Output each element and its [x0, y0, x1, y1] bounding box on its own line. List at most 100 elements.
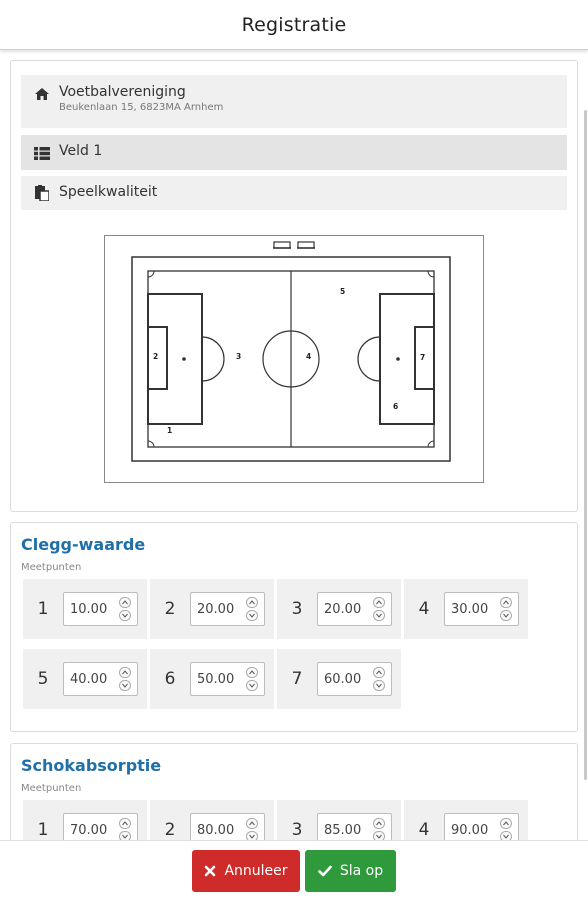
stepper-down-icon[interactable]	[246, 610, 258, 621]
grid-icon	[33, 145, 51, 161]
point-number: 5	[37, 669, 49, 689]
home-icon	[33, 86, 51, 102]
stepper-up-icon[interactable]	[246, 818, 258, 829]
stepper-up-icon[interactable]	[373, 667, 385, 678]
stepper-down-icon[interactable]	[119, 610, 131, 621]
measurement-input[interactable]: 20.00	[190, 592, 265, 626]
input-value: 40.00	[70, 671, 108, 687]
measurement-point: 3 20.00	[277, 579, 401, 639]
action-bar: Annuleer Sla op	[0, 840, 588, 900]
stepper-up-icon[interactable]	[246, 597, 258, 608]
zone-label: 3	[236, 352, 241, 361]
number-stepper[interactable]	[246, 818, 258, 842]
clipboard-icon	[33, 185, 51, 201]
zone-label: 2	[153, 352, 158, 361]
close-icon	[204, 865, 216, 877]
clegg-subtitle: Meetpunten	[21, 562, 82, 573]
input-value: 85.00	[324, 822, 362, 838]
point-number: 2	[164, 599, 176, 619]
point-number: 3	[291, 599, 303, 619]
zone-label: 1	[167, 426, 172, 435]
input-value: 20.00	[197, 601, 235, 617]
measurement-point: 7 60.00	[277, 649, 401, 709]
number-stepper[interactable]	[500, 597, 512, 621]
point-number: 6	[164, 669, 176, 689]
measurement-point: 5 40.00	[23, 649, 147, 709]
field-row[interactable]: Veld 1	[21, 135, 567, 170]
number-stepper[interactable]	[246, 597, 258, 621]
shock-title: Schokabsorptie	[21, 756, 162, 775]
measurement-point: 1 10.00	[23, 579, 147, 639]
point-number: 1	[37, 599, 49, 619]
club-name: Voetbalvereniging	[59, 84, 186, 100]
stepper-down-icon[interactable]	[373, 610, 385, 621]
stepper-up-icon[interactable]	[500, 818, 512, 829]
measurement-input[interactable]: 40.00	[63, 662, 138, 696]
input-value: 10.00	[70, 601, 108, 617]
measurement-point: 4 30.00	[404, 579, 528, 639]
save-button[interactable]: Sla op	[305, 850, 396, 892]
measurement-input[interactable]: 50.00	[190, 662, 265, 696]
input-value: 70.00	[70, 822, 108, 838]
number-stepper[interactable]	[119, 667, 131, 691]
app-header: Registratie	[0, 0, 588, 50]
page-title: Registratie	[241, 13, 347, 36]
measurement-input[interactable]: 10.00	[63, 592, 138, 626]
measurement-input[interactable]: 20.00	[317, 592, 392, 626]
number-stepper[interactable]	[373, 818, 385, 842]
input-value: 30.00	[451, 601, 489, 617]
check-icon	[318, 865, 332, 877]
clegg-panel: Clegg-waarde Meetpunten 1 10.00 2 20.00 …	[10, 522, 578, 732]
point-number: 2	[164, 820, 176, 840]
number-stepper[interactable]	[246, 667, 258, 691]
save-label: Sla op	[339, 863, 384, 879]
number-stepper[interactable]	[119, 818, 131, 842]
stepper-up-icon[interactable]	[119, 818, 131, 829]
category-row[interactable]: Speelkwaliteit	[21, 176, 567, 210]
point-number: 7	[291, 669, 303, 689]
measurement-point: 6 50.00	[150, 649, 274, 709]
point-number: 4	[418, 599, 430, 619]
input-value: 50.00	[197, 671, 235, 687]
input-value: 80.00	[197, 822, 235, 838]
point-number: 4	[418, 820, 430, 840]
stepper-up-icon[interactable]	[119, 597, 131, 608]
venue-panel: Voetbalvereniging Beukenlaan 15, 6823MA …	[10, 60, 578, 512]
scrollbar-thumb[interactable]	[584, 110, 587, 780]
number-stepper[interactable]	[500, 818, 512, 842]
stepper-down-icon[interactable]	[373, 680, 385, 691]
number-stepper[interactable]	[373, 597, 385, 621]
point-number: 1	[37, 820, 49, 840]
stepper-down-icon[interactable]	[246, 680, 258, 691]
measurement-input[interactable]: 30.00	[444, 592, 519, 626]
input-value: 60.00	[324, 671, 362, 687]
measurement-point: 2 20.00	[150, 579, 274, 639]
scrollbar[interactable]	[582, 50, 588, 890]
stepper-down-icon[interactable]	[500, 610, 512, 621]
number-stepper[interactable]	[119, 597, 131, 621]
cancel-label: Annuleer	[224, 863, 288, 879]
point-number: 3	[291, 820, 303, 840]
measurement-input[interactable]: 60.00	[317, 662, 392, 696]
zone-label: 7	[420, 353, 425, 362]
club-address: Beukenlaan 15, 6823MA Arnhem	[59, 102, 224, 113]
cancel-button[interactable]: Annuleer	[192, 850, 300, 892]
zone-label: 5	[340, 287, 345, 296]
stepper-up-icon[interactable]	[500, 597, 512, 608]
stepper-down-icon[interactable]	[119, 680, 131, 691]
field-name: Veld 1	[59, 143, 103, 159]
pitch-diagram: 1 2 3 4 5 6 7	[104, 235, 484, 483]
club-row[interactable]: Voetbalvereniging Beukenlaan 15, 6823MA …	[21, 75, 567, 128]
number-stepper[interactable]	[373, 667, 385, 691]
stepper-up-icon[interactable]	[373, 818, 385, 829]
stepper-up-icon[interactable]	[373, 597, 385, 608]
stepper-up-icon[interactable]	[246, 667, 258, 678]
stepper-up-icon[interactable]	[119, 667, 131, 678]
category-name: Speelkwaliteit	[59, 184, 158, 200]
shock-subtitle: Meetpunten	[21, 783, 82, 794]
zone-label: 6	[393, 402, 398, 411]
input-value: 90.00	[451, 822, 489, 838]
input-value: 20.00	[324, 601, 362, 617]
zone-label: 4	[306, 352, 311, 361]
clegg-title: Clegg-waarde	[21, 535, 146, 554]
